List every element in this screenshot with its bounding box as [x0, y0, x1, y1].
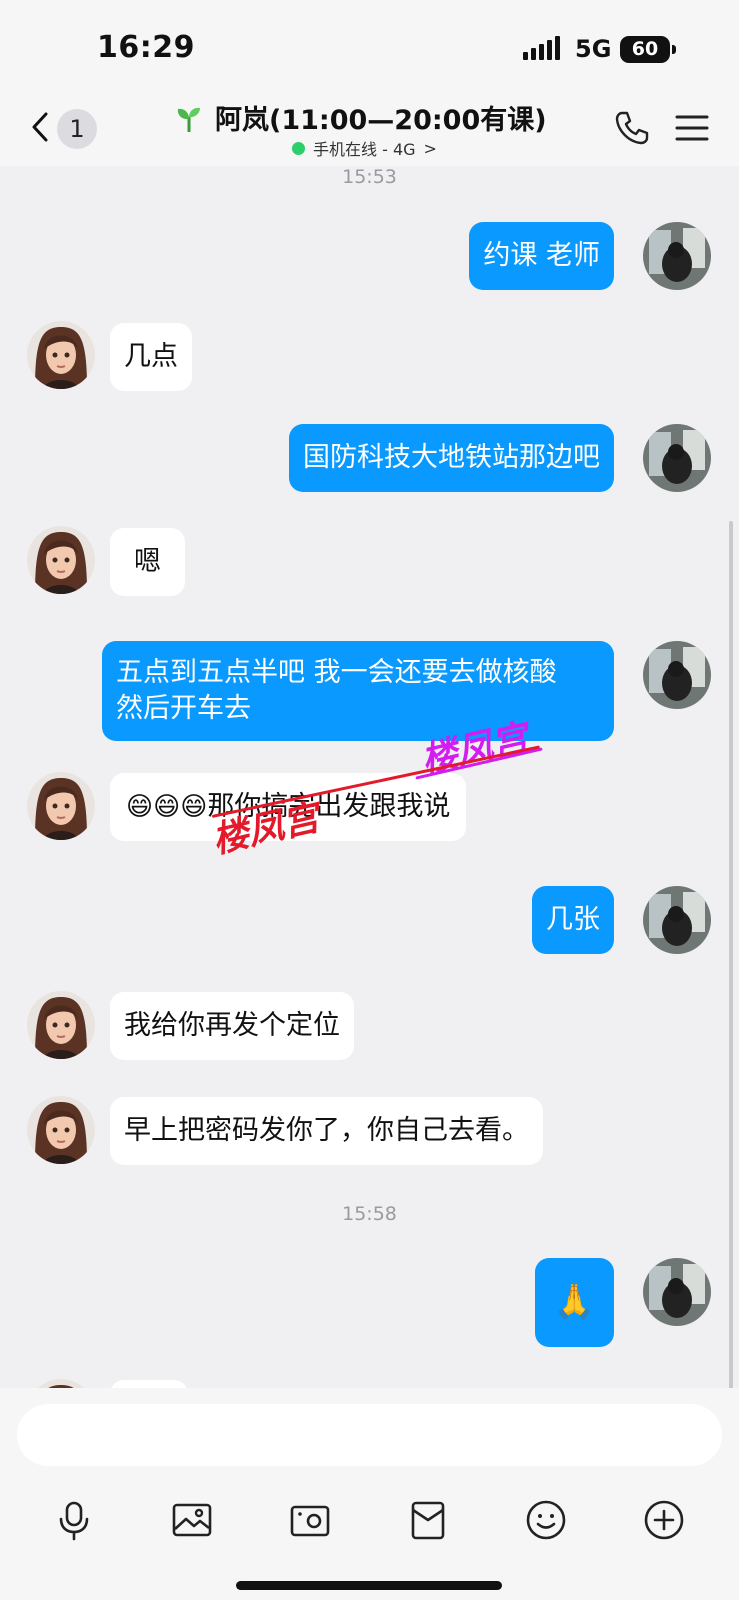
my-avatar[interactable]	[643, 424, 711, 492]
message-input[interactable]	[17, 1404, 722, 1466]
composer	[0, 1388, 739, 1600]
home-indicator[interactable]	[236, 1581, 502, 1590]
unread-badge[interactable]: 1	[57, 109, 97, 149]
message-line: 然后开车去	[116, 693, 251, 724]
message-bubble-incoming[interactable]: 😄😄😄那你搞完出发跟我说	[110, 773, 467, 841]
scrollbar[interactable]	[729, 521, 733, 1388]
phone-icon[interactable]	[614, 110, 650, 146]
message-line: 五点到五点半吧 我一会还要去做核酸	[116, 657, 557, 688]
camera-icon[interactable]	[288, 1498, 332, 1542]
emoji-grin: 😄😄😄	[126, 792, 208, 822]
red-packet-icon[interactable]	[406, 1498, 450, 1542]
status-bar: 16:29 5G 60	[0, 0, 739, 96]
contact-name: 阿岚(11:00—20:00有课)	[215, 105, 547, 136]
presence-text: 手机在线 - 4G	[313, 140, 416, 159]
message-bubble-outgoing[interactable]: 约课 老师	[469, 222, 614, 290]
emoji-icon[interactable]	[524, 1498, 568, 1542]
back-icon[interactable]	[26, 110, 56, 144]
battery-tip	[672, 45, 676, 54]
my-avatar[interactable]	[643, 1258, 711, 1326]
network-type: 5G	[575, 35, 612, 63]
my-avatar[interactable]	[643, 641, 711, 709]
online-dot-icon	[292, 141, 305, 155]
message-bubble-outgoing[interactable]: 🙏	[535, 1258, 614, 1347]
menu-icon[interactable]	[675, 114, 709, 142]
message-bubble-incoming[interactable]: 早上把密码发你了，你自己去看。	[110, 1097, 543, 1165]
message-bubble-incoming[interactable]	[110, 1380, 188, 1388]
chevron-right-icon: >	[423, 138, 437, 158]
contact-avatar[interactable]	[27, 1379, 95, 1388]
contact-avatar[interactable]	[27, 772, 95, 840]
signal-icon	[523, 36, 560, 60]
microphone-icon[interactable]	[52, 1498, 96, 1542]
battery-icon: 60	[620, 36, 670, 63]
contact-avatar[interactable]	[27, 321, 95, 389]
message-text: 那你搞完出发跟我说	[207, 791, 451, 822]
message-bubble-outgoing[interactable]: 几张	[532, 886, 614, 954]
contact-avatar[interactable]	[27, 991, 95, 1059]
timestamp: 15:58	[342, 1203, 397, 1225]
message-bubble-incoming[interactable]: 嗯	[110, 528, 185, 596]
image-icon[interactable]	[170, 1498, 214, 1542]
presence-status[interactable]: 手机在线 - 4G >	[292, 136, 437, 160]
my-avatar[interactable]	[643, 222, 711, 290]
message-bubble-incoming[interactable]: 几点	[110, 323, 192, 391]
contact-avatar[interactable]	[27, 1096, 95, 1164]
message-bubble-outgoing[interactable]: 五点到五点半吧 我一会还要去做核酸 然后开车去	[102, 641, 614, 741]
message-bubble-outgoing[interactable]: 国防科技大地铁站那边吧	[289, 424, 614, 492]
plus-icon[interactable]	[642, 1498, 686, 1542]
sprout-icon	[177, 107, 200, 132]
status-time: 16:29	[97, 30, 195, 65]
message-bubble-incoming[interactable]: 我给你再发个定位	[110, 992, 354, 1060]
timestamp: 15:53	[342, 166, 397, 188]
chat-header: 1 阿岚(11:00—20:00有课) 手机在线 - 4G >	[0, 96, 739, 166]
my-avatar[interactable]	[643, 886, 711, 954]
message-list[interactable]: 15:53 约课 老师 几点 国防科技大地铁站那边吧 嗯 五点到五点半吧 我一会…	[0, 166, 739, 1388]
contact-avatar[interactable]	[27, 526, 95, 594]
